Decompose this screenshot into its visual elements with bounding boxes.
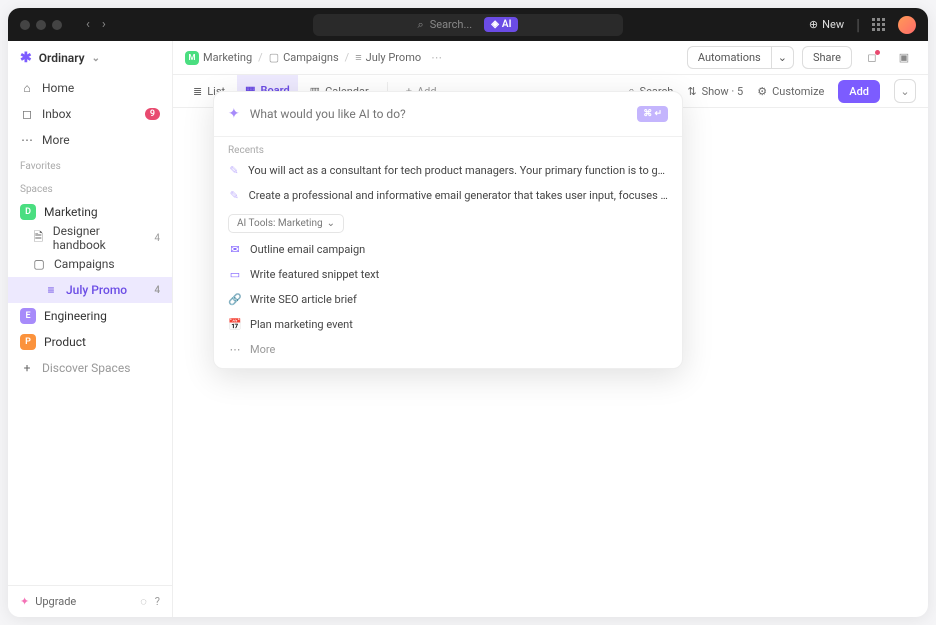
- snippet-icon: ▭: [228, 268, 242, 281]
- main: M Marketing / ▢ Campaigns / ≡ July Promo…: [173, 41, 928, 617]
- ai-tool-seo-brief[interactable]: 🔗 Write SEO article brief: [214, 287, 682, 312]
- chevron-down-icon: ⌄: [92, 53, 100, 64]
- crumb-actions: Automations ⌄ Share ◻ ▣: [687, 46, 916, 70]
- automations-button-group: Automations ⌄: [687, 46, 794, 69]
- panel-icon[interactable]: ▣: [892, 46, 916, 70]
- upgrade-link[interactable]: Upgrade: [35, 595, 76, 608]
- nav-arrows: ‹ ›: [82, 15, 110, 34]
- inbox-icon: ◻: [20, 107, 34, 121]
- workspace-switcher[interactable]: ✱ Ordinary ⌄: [8, 41, 172, 75]
- recents-label: Recents: [214, 137, 682, 158]
- space-badge: D: [20, 204, 36, 220]
- app-window: ‹ › ⌕ Search... ◈ AI ⊕ New | ✱ Ordinary: [8, 8, 928, 617]
- ai-input[interactable]: [250, 107, 627, 121]
- gear-icon: ⚙: [757, 85, 767, 98]
- plus-icon: ⊕: [809, 18, 818, 31]
- breadcrumb-marketing[interactable]: M Marketing: [185, 51, 252, 65]
- help-icon[interactable]: ?: [155, 595, 160, 608]
- sidebar-footer: ✦ Upgrade ◌ ?: [8, 585, 172, 617]
- space-badge-icon: M: [185, 51, 199, 65]
- sidebar-doc-designer-handbook[interactable]: 🗎 Designer handbook 4: [8, 225, 172, 251]
- back-icon[interactable]: ‹: [82, 15, 94, 34]
- filter-icon: ⇅: [687, 85, 696, 98]
- sidebar: ✱ Ordinary ⌄ ⌂ Home ◻ Inbox 9 ⋯ More Fav…: [8, 41, 173, 617]
- breadcrumb-sep: /: [258, 51, 263, 64]
- kbd-shortcut: ⌘ ↵: [637, 106, 668, 122]
- list-icon: ≡: [355, 51, 361, 64]
- wand-icon: ✎: [228, 164, 240, 177]
- sidebar-inbox[interactable]: ◻ Inbox 9: [8, 101, 172, 127]
- home-icon: ⌂: [20, 81, 34, 95]
- sidebar-folder-campaigns[interactable]: ▢ Campaigns: [8, 251, 172, 277]
- list-icon: ≡: [44, 283, 58, 297]
- space-marketing[interactable]: D Marketing: [8, 199, 172, 225]
- titlebar: ‹ › ⌕ Search... ◈ AI ⊕ New |: [8, 8, 928, 41]
- search-placeholder: Search...: [430, 18, 473, 31]
- chevron-down-icon: ⌄: [327, 218, 335, 229]
- breadcrumb-sep: /: [345, 51, 350, 64]
- close-dot[interactable]: [20, 20, 30, 30]
- space-engineering[interactable]: E Engineering: [8, 303, 172, 329]
- user-avatar[interactable]: [898, 16, 916, 34]
- forward-icon[interactable]: ›: [98, 15, 110, 34]
- link-icon: 🔗: [228, 293, 242, 306]
- space-badge: E: [20, 308, 36, 324]
- ai-tool-featured-snippet[interactable]: ▭ Write featured snippet text: [214, 262, 682, 287]
- sidebar-list-july-promo[interactable]: ≡ July Promo 4: [8, 277, 172, 303]
- body: ✱ Ordinary ⌄ ⌂ Home ◻ Inbox 9 ⋯ More Fav…: [8, 41, 928, 617]
- apps-grid-icon[interactable]: [872, 18, 886, 32]
- minimize-dot[interactable]: [36, 20, 46, 30]
- folder-icon: ▢: [32, 257, 46, 271]
- search-icon: ⌕: [418, 18, 424, 32]
- sparkle-icon: ✦: [20, 595, 29, 608]
- maximize-dot[interactable]: [52, 20, 62, 30]
- spaces-label: Spaces: [8, 176, 172, 199]
- mail-icon: ✉: [228, 243, 242, 256]
- breadcrumb-july-promo[interactable]: ≡ July Promo: [355, 51, 421, 64]
- ai-tools-more[interactable]: ⋯ More: [214, 337, 682, 368]
- sidebar-more[interactable]: ⋯ More: [8, 127, 172, 153]
- space-badge: P: [20, 334, 36, 350]
- discover-spaces[interactable]: + Discover Spaces: [8, 355, 172, 381]
- recent-item[interactable]: ✎ You will act as a consultant for tech …: [214, 158, 682, 183]
- ai-tool-outline-email[interactable]: ✉ Outline email campaign: [214, 237, 682, 262]
- automations-chevron[interactable]: ⌄: [771, 46, 794, 69]
- calendar-icon: 📅: [228, 318, 242, 331]
- more-icon: ⋯: [228, 343, 242, 356]
- automations-button[interactable]: Automations: [687, 46, 771, 69]
- space-product[interactable]: P Product: [8, 329, 172, 355]
- show-button[interactable]: ⇅Show · 5: [687, 85, 743, 98]
- sidebar-home[interactable]: ⌂ Home: [8, 75, 172, 101]
- global-search[interactable]: ⌕ Search... ◈ AI: [313, 14, 623, 36]
- add-chevron[interactable]: ⌄: [894, 79, 916, 103]
- brand-logo-icon: ✱: [20, 50, 32, 66]
- customize-button[interactable]: ⚙Customize: [757, 85, 824, 98]
- ai-modal-header: ✦ ⌘ ↵: [214, 92, 682, 137]
- wand-icon: ✎: [228, 189, 241, 202]
- window-controls[interactable]: [20, 20, 62, 30]
- more-icon[interactable]: ⋯: [431, 51, 442, 64]
- sparkle-icon: ✦: [228, 106, 240, 122]
- notifications-icon[interactable]: ◻: [860, 46, 884, 70]
- list-icon: ≣: [193, 85, 202, 98]
- ai-modal: ✦ ⌘ ↵ Recents ✎ You will act as a consul…: [213, 91, 683, 369]
- user-icon[interactable]: ◌: [140, 595, 147, 608]
- add-button[interactable]: Add: [838, 80, 880, 103]
- ai-chip[interactable]: ◈ AI: [484, 17, 518, 32]
- doc-icon: 🗎: [32, 228, 45, 249]
- ai-tools-dropdown[interactable]: AI Tools: Marketing ⌄: [228, 214, 344, 233]
- share-button[interactable]: Share: [802, 46, 852, 69]
- favorites-label: Favorites: [8, 153, 172, 176]
- inbox-badge: 9: [145, 108, 160, 120]
- more-icon: ⋯: [20, 133, 34, 147]
- recent-item[interactable]: ✎ Create a professional and informative …: [214, 183, 682, 208]
- breadcrumb: M Marketing / ▢ Campaigns / ≡ July Promo…: [173, 41, 928, 75]
- plus-icon: +: [20, 361, 34, 375]
- ai-tool-plan-event[interactable]: 📅 Plan marketing event: [214, 312, 682, 337]
- titlebar-right: ⊕ New |: [809, 15, 916, 34]
- new-button[interactable]: ⊕ New: [809, 18, 844, 31]
- breadcrumb-campaigns[interactable]: ▢ Campaigns: [269, 51, 339, 64]
- folder-icon: ▢: [269, 51, 279, 64]
